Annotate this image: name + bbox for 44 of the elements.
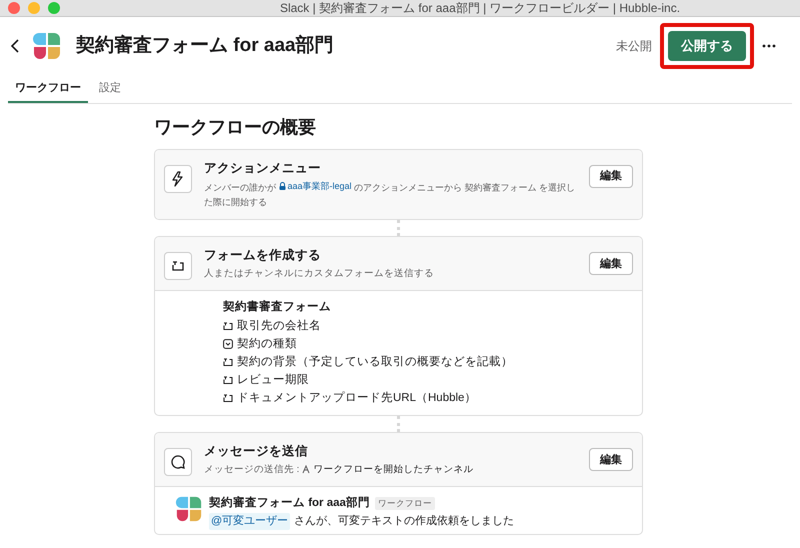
step-title: フォームを作成する: [204, 247, 322, 264]
form-title: 契約書審査フォーム: [223, 299, 332, 315]
user-mention[interactable]: @可変ユーザー: [209, 513, 290, 530]
lock-icon: [278, 182, 286, 190]
form-field: ドキュメントアップロード先URL（Hubble）: [237, 390, 476, 407]
message-text: さんが、可変テキストの作成依頼をしました: [294, 514, 514, 530]
step-title: メッセージを送信: [204, 443, 309, 460]
lightning-icon: [164, 165, 192, 193]
step-description: メッセージの送信先 :: [204, 463, 300, 477]
text-field-icon: [223, 321, 233, 332]
workflow-title: 契約審査フォーム for aaa部門: [76, 34, 334, 58]
window-control-icon[interactable]: [28, 2, 40, 14]
form-field: 取引先の会社名: [237, 318, 321, 335]
window-control-icon[interactable]: [48, 2, 60, 14]
workflow-logo-icon: [32, 31, 62, 61]
speech-bubble-icon: [164, 448, 192, 476]
workflow-icon: [302, 465, 310, 474]
text-field-icon: [223, 393, 233, 404]
dropdown-icon: [223, 339, 233, 350]
status-label: 未公開: [616, 38, 652, 55]
section-heading: ワークフローの概要: [154, 116, 317, 139]
step-title: アクションメニュー: [204, 160, 322, 177]
publish-button[interactable]: 公開する: [668, 31, 746, 61]
more-icon[interactable]: [762, 44, 776, 48]
step-description: メンバーの誰かが aaa事業部-legal のアクションメニューから 契約審査フォーム を選択した際に開始する: [204, 178, 576, 210]
window-title: Slack | 契約審査フォーム for aaa部門 | ワークフロービルダー | Hubble-inc.: [278, 0, 682, 17]
form-field: レビュー期限: [237, 372, 309, 389]
text-field-icon: [223, 375, 233, 386]
form-field: 契約の背景（予定している取引の概要などを記載）: [237, 354, 513, 371]
text-field-icon: [223, 357, 233, 368]
edit-button[interactable]: 編集: [589, 448, 633, 472]
form-icon: [164, 252, 192, 280]
form-field: 契約の種類: [237, 336, 297, 353]
back-icon[interactable]: [10, 38, 20, 54]
channel-link[interactable]: aaa事業部-legal: [278, 178, 352, 194]
edit-button[interactable]: 編集: [589, 252, 633, 276]
tab[interactable]: 設定: [92, 75, 128, 103]
sender-name: 契約審査フォーム for aaa部門: [209, 495, 370, 511]
step-description: 人またはチャンネルにカスタムフォームを送信する: [204, 267, 435, 281]
app-tag: ワークフロー: [374, 497, 435, 510]
window-control-icon[interactable]: [8, 2, 20, 14]
edit-button[interactable]: 編集: [589, 165, 633, 188]
channel-target: ワークフローを開始したチャンネル: [313, 463, 474, 477]
tab[interactable]: ワークフロー: [8, 75, 88, 103]
